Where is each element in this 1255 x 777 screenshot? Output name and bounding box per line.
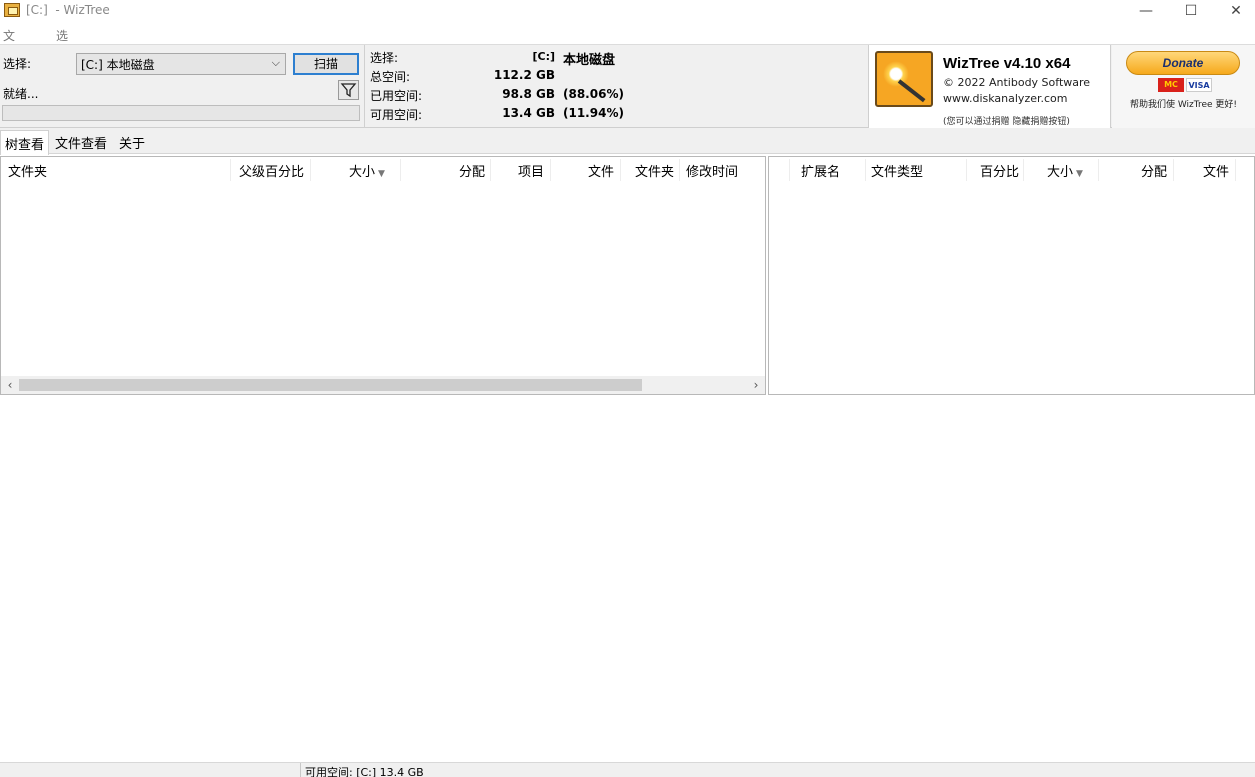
mastercard-icon: MC: [1158, 78, 1184, 92]
info-used-value: 98.8 GB: [502, 87, 555, 101]
col-file-type[interactable]: 文件类型: [871, 161, 923, 180]
info-used-label: 已用空间:: [370, 89, 423, 103]
col-divider[interactable]: [865, 159, 866, 181]
brand-website-link[interactable]: www.diskanalyzer.com: [943, 92, 1068, 105]
col-divider[interactable]: [310, 159, 311, 181]
col-divider[interactable]: [1098, 159, 1099, 181]
col-parent-percent[interactable]: 父级百分比: [239, 161, 304, 180]
col-divider[interactable]: [620, 159, 621, 181]
scan-progress-bar: [2, 105, 360, 121]
col-folders[interactable]: 文件夹: [635, 161, 674, 180]
status-bar: 可用空间: [C:] 13.4 GB: [0, 762, 1255, 777]
info-select-label: 选择:: [370, 51, 399, 65]
col-divider[interactable]: [966, 159, 967, 181]
tree-view-pane[interactable]: 文件夹 父级百分比 大小 ▼ 分配 项目 文件 文件夹 修改时间 ‹ ›: [0, 156, 766, 395]
col-ext-size-label: 大小: [1047, 165, 1074, 180]
extension-list-pane[interactable]: 扩展名 文件类型 百分比 大小 ▼ 分配 文件: [768, 156, 1255, 395]
col-size[interactable]: 大小 ▼: [349, 161, 385, 180]
view-tabs: 树查看 文件查看 关于: [0, 128, 1255, 155]
brand-title: WizTree v4.10 x64: [943, 55, 1071, 72]
scroll-left-icon[interactable]: ‹: [2, 377, 18, 393]
col-allocated[interactable]: 分配: [459, 161, 485, 180]
info-free-percent: (11.94%): [563, 106, 624, 120]
status-divider: [300, 763, 301, 777]
drive-select-value: [C:] 本地磁盘: [81, 58, 155, 72]
col-divider[interactable]: [1023, 159, 1024, 181]
col-extension[interactable]: 扩展名: [801, 161, 840, 180]
window-title: [C:] - WizTree: [26, 3, 110, 17]
tab-tree-view[interactable]: 树查看: [0, 130, 50, 155]
donate-help-text: 帮助我们使 WizTree 更好!: [1129, 100, 1237, 110]
col-folder[interactable]: 文件夹: [8, 161, 47, 180]
scan-button[interactable]: 扫描: [293, 53, 359, 75]
filter-icon: [340, 83, 357, 98]
col-divider[interactable]: [1235, 159, 1236, 181]
col-divider[interactable]: [490, 159, 491, 181]
info-total-value: 112.2 GB: [493, 68, 555, 82]
wiztree-logo-icon: [875, 51, 933, 107]
col-items[interactable]: 项目: [518, 161, 544, 180]
col-files[interactable]: 文件: [588, 161, 614, 180]
col-size-label: 大小: [349, 165, 376, 180]
sort-desc-icon: ▼: [378, 169, 385, 179]
col-ext-size[interactable]: 大小 ▼: [1047, 161, 1083, 180]
top-panel: 选择: [C:] 本地磁盘 ⌵ 扫描 就绪... 选择: [C:] 本地磁盘 总…: [0, 44, 1255, 129]
info-select-drive: [C:]: [532, 50, 555, 63]
divider: [364, 45, 365, 129]
col-divider[interactable]: [550, 159, 551, 181]
brand-copyright: © 2022 Antibody Software: [943, 76, 1091, 89]
tab-about[interactable]: 关于: [115, 130, 149, 152]
visa-icon: VISA: [1186, 78, 1212, 92]
brand-donate-note: (您可以通过捐赠 隐藏捐赠按钮): [943, 117, 1070, 127]
col-divider[interactable]: [679, 159, 680, 181]
info-free-label: 可用空间:: [370, 108, 423, 122]
tab-file-view[interactable]: 文件查看: [51, 130, 111, 152]
col-divider[interactable]: [789, 159, 790, 181]
col-divider[interactable]: [230, 159, 231, 181]
info-total-label: 总空间:: [370, 70, 411, 84]
donate-button[interactable]: Donate: [1126, 51, 1240, 75]
info-free-value: 13.4 GB: [502, 106, 555, 120]
minimize-button[interactable]: —: [1123, 0, 1169, 22]
col-percent[interactable]: 百分比: [980, 161, 1019, 180]
scroll-right-icon[interactable]: ›: [748, 377, 764, 393]
scrollbar-thumb[interactable]: [19, 379, 642, 391]
wiztree-app-icon: [4, 3, 20, 17]
status-free-space: 可用空间: [C:] 13.4 GB: [305, 766, 424, 777]
info-select-name: 本地磁盘: [563, 53, 616, 68]
sort-desc-icon: ▼: [1076, 169, 1083, 179]
treemap-area[interactable]: [0, 396, 1255, 762]
status-ready-text: 就绪...: [3, 87, 39, 101]
col-ext-allocated[interactable]: 分配: [1141, 161, 1167, 180]
col-modified-time[interactable]: 修改时间: [686, 161, 738, 180]
drive-select[interactable]: [C:] 本地磁盘 ⌵: [76, 53, 286, 75]
col-ext-files[interactable]: 文件: [1203, 161, 1229, 180]
donate-panel: Donate MC VISA 帮助我们使 WizTree 更好!: [1112, 45, 1255, 129]
chevron-down-icon: ⌵: [271, 56, 280, 69]
col-divider[interactable]: [1173, 159, 1174, 181]
close-button[interactable]: ✕: [1213, 0, 1255, 22]
select-label: 选择:: [3, 57, 32, 71]
col-divider[interactable]: [400, 159, 401, 181]
filter-button[interactable]: [338, 80, 359, 100]
title-bar: [C:] - WizTree — ☐ ✕: [0, 0, 1255, 22]
maximize-button[interactable]: ☐: [1168, 0, 1214, 22]
brand-panel: WizTree v4.10 x64 © 2022 Antibody Softwa…: [868, 45, 1111, 129]
horizontal-scrollbar[interactable]: ‹ ›: [1, 376, 765, 394]
info-used-percent: (88.06%): [563, 87, 624, 101]
